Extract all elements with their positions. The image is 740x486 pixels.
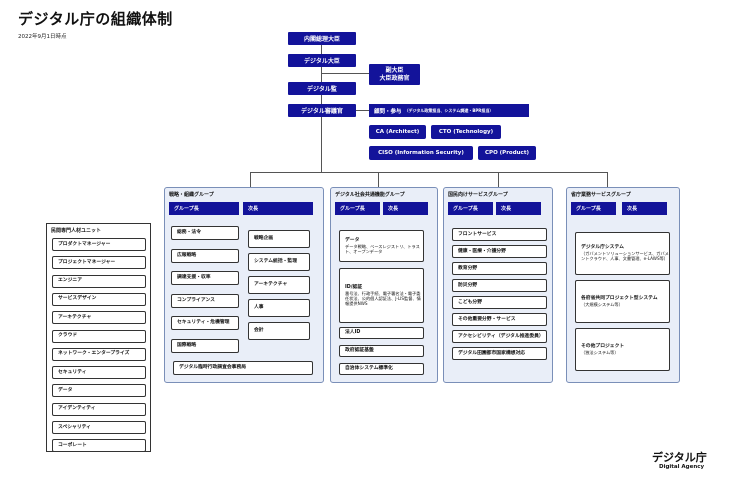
agency-item-1: デジタル庁システム （ガバメントソリューションサービス、ガバメントクラウド、人事… <box>575 232 670 275</box>
advisor-detail-label: （デジタル政策担当、システム調達・BPR担当） <box>404 107 494 113</box>
agency-group-title: 省庁業務サービスグループ <box>571 192 631 198</box>
common-group: デジタル社会共通機能グループ グループ長 次長 データ データ戦略、ベースレジス… <box>330 187 438 383</box>
expert-item: セキュリティ <box>52 366 146 380</box>
expert-item: アイデンティティ <box>52 402 146 416</box>
common-group-title: デジタル社会共通機能グループ <box>335 192 405 198</box>
citizen-group: 国民向けサービスグループ グループ長 次長 フロントサービス 健康・医療・介護分野… <box>443 187 553 383</box>
strategy-col2-item: 会計 <box>248 322 310 340</box>
group3-drop-line <box>498 172 499 188</box>
common-item: 法人ID <box>339 327 424 339</box>
citizen-head-header: グループ長 <box>448 202 493 215</box>
citizen-item: デジタル田園都市国家構想対応 <box>452 347 547 360</box>
councilor-node: デジタル審議官 <box>288 104 356 117</box>
advisor-main-label: 顧問・参与 <box>374 108 402 115</box>
page-title: デジタル庁の組織体制 <box>18 10 173 28</box>
group4-drop-line <box>607 172 608 188</box>
deputy-line2: 大臣政務官 <box>379 74 410 82</box>
ciso-node: CISO (Information Security) <box>369 146 473 160</box>
date-label: 2022年9月1日時点 <box>18 34 67 40</box>
strategy-col2-item: アーキテクチャ <box>248 276 310 294</box>
citizen-item: 健康・医療・介護分野 <box>452 245 547 258</box>
agency-item-2-sub: （大規模システム等） <box>581 301 623 307</box>
strategy-group-title: 戦略・組織グループ <box>169 192 214 198</box>
citizen-deputy-header: 次長 <box>496 202 541 215</box>
strategy-col2-item: 人事 <box>248 299 310 317</box>
citizen-item: その他重要分野・サービス <box>452 313 547 326</box>
expert-unit-title: 民間専門人材ユニット <box>51 228 102 234</box>
strategy-col1-item: 総務・法令 <box>171 226 239 240</box>
agency-deputy-header: 次長 <box>622 202 667 215</box>
cto-node: CTO (Technology) <box>431 125 501 139</box>
advisor-node: 顧問・参与 （デジタル政策担当、システム調達・BPR担当） <box>369 104 529 117</box>
expert-item: エンジニア <box>52 274 146 288</box>
strategy-group: 戦略・組織グループ グループ長 次長 総務・法令広報戦略調達支援・収率 コンプライ… <box>164 187 324 383</box>
strategy-col2-item: 戦略企画 <box>248 230 310 248</box>
strategy-col1-item: コンプライアンス <box>171 293 239 308</box>
citizen-item: 教育分野 <box>452 262 547 275</box>
strategy-col2-item: システム統括・監理 <box>248 253 310 271</box>
strategy-col1-item: 国際戦略 <box>171 338 239 353</box>
expert-item: アーキテクチャ <box>52 311 146 325</box>
expert-item: プロダクトマネージャー <box>52 238 146 251</box>
common-deputy-header: 次長 <box>383 202 428 215</box>
common-data-sub: データ戦略、ベースレジストリ、トラスト、オープンデータ <box>345 243 420 254</box>
common-id-sub: 番号法、行政手続、電子署名法・電子委任状法、公的個人認証法、J-LIS監督、情報… <box>345 290 421 307</box>
common-data-item: データ データ戦略、ベースレジストリ、トラスト、オープンデータ <box>339 230 424 262</box>
citizen-group-title: 国民向けサービスグループ <box>448 192 508 198</box>
agency-item-3-sub: （独法システム等） <box>581 349 619 355</box>
agency-logo-subtext: Digital Agency <box>659 464 705 470</box>
citizen-item: こども分野 <box>452 296 547 309</box>
strategy-deputy-header: 次長 <box>243 202 313 215</box>
agency-head-header: グループ長 <box>571 202 616 215</box>
strategy-bottom-item: デジタル臨時行政調査会事務局 <box>173 361 313 375</box>
strategy-col1-item: 調達支援・収率 <box>171 271 239 285</box>
ca-node: CA (Architect) <box>369 125 426 139</box>
groups-horizontal-line <box>250 172 607 173</box>
cabinet-pm-node: 内閣総理大臣 <box>288 32 356 45</box>
minister-node: デジタル大臣 <box>288 54 356 67</box>
cpo-node: CPO (Product) <box>478 146 536 160</box>
deputy-line1: 副大臣 <box>385 67 404 74</box>
expert-item: スペシャリティ <box>52 421 146 434</box>
expert-item: プロジェクトマネージャー <box>52 256 146 270</box>
expert-item: ネットワーク・エンタープライズ <box>52 347 146 361</box>
common-head-header: グループ長 <box>335 202 380 215</box>
group1-drop-line <box>250 172 251 188</box>
expert-item: サービスデザイン <box>52 292 146 306</box>
expert-item: クラウド <box>52 329 146 343</box>
agency-logo-text: デジタル庁 <box>652 451 707 464</box>
group2-drop-line <box>378 172 379 188</box>
expert-unit-panel: 民間専門人材ユニット プロダクトマネージャー プロジェクトマネージャー エンジニアサ… <box>46 223 151 453</box>
strategy-col1-item: 広報戦略 <box>171 248 239 263</box>
agency-item-2: 各府省共同プロジェクト型システム （大規模システム等） <box>575 280 670 323</box>
citizen-item: アクセシビリティ（デジタル推進委員） <box>452 330 547 343</box>
deputy-connector <box>321 73 369 74</box>
expert-item: データ <box>52 384 146 398</box>
citizen-item: フロントサービス <box>452 228 547 241</box>
agency-item-1-sub: （ガバメントソリューションサービス、ガバメントクラウド、人事、文書管理、e-LA… <box>581 251 669 262</box>
common-id-item: ID/認証 番号法、行政手続、電子署名法・電子委任状法、公的個人認証法、J-LI… <box>339 268 424 323</box>
citizen-item: 防災分野 <box>452 279 547 292</box>
strategy-col1-item: セキュリティ・危機管理 <box>171 316 239 330</box>
common-item: 政府認証基盤 <box>339 345 424 357</box>
strategy-head-header: グループ長 <box>169 202 239 215</box>
agency-group: 省庁業務サービスグループ グループ長 次長 デジタル庁システム （ガバメントソリ… <box>566 187 680 383</box>
common-item: 自治体システム標準化 <box>339 363 424 375</box>
expert-item: コーポレート <box>52 439 146 453</box>
agency-item-3: その他プロジェクト （独法システム等） <box>575 328 670 371</box>
vice-minister-node: デジタル監 <box>288 82 356 95</box>
deputy-minister-node: 副大臣 大臣政務官 <box>369 64 420 85</box>
advisor-connector <box>354 110 370 111</box>
